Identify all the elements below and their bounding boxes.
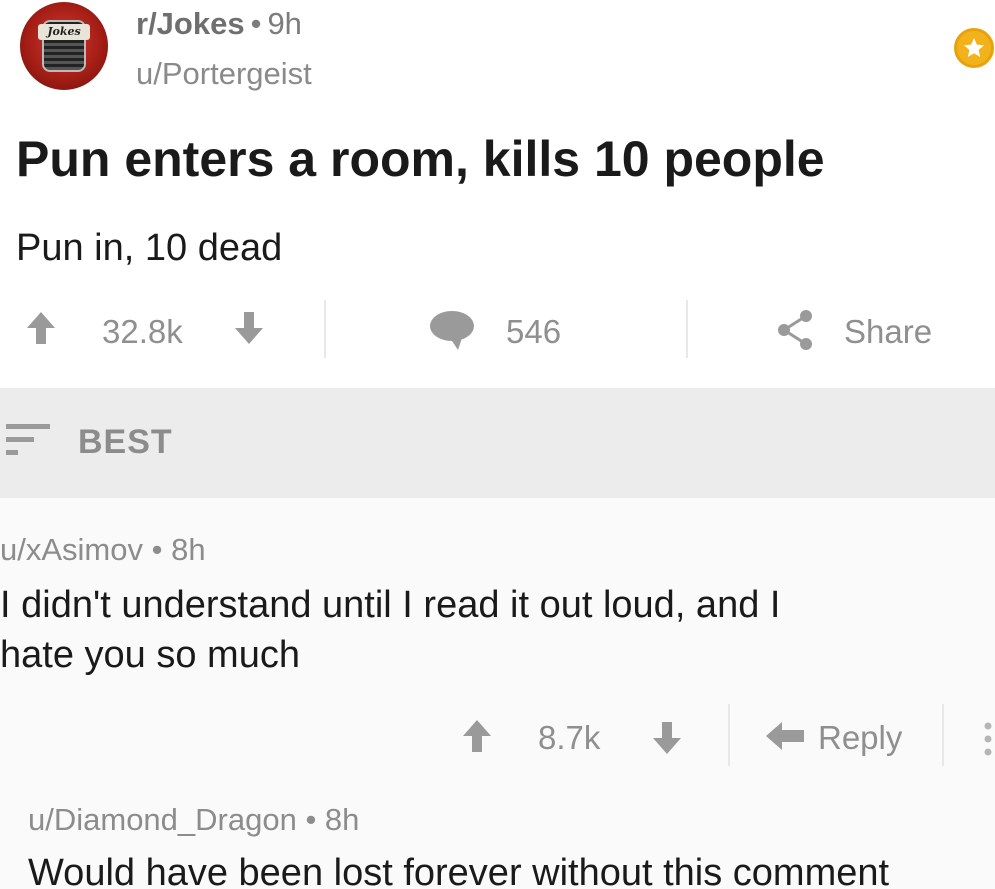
post-action-bar: 32.8k 546 Share [0,300,995,366]
subreddit-name[interactable]: r/Jokes [136,6,245,41]
more-icon[interactable] [984,722,992,761]
upvote-icon[interactable] [26,310,56,357]
comments-count[interactable]: 546 [506,310,561,354]
separator-dot: • [151,532,172,567]
reply-icon[interactable] [764,720,806,757]
sort-label[interactable]: BEST [78,420,173,464]
comment-age: 8h [171,532,206,567]
comment-text-line: I didn't understand until I read it out … [0,584,781,626]
comment-author[interactable]: u/xAsimov [0,532,143,567]
comment-icon[interactable] [428,308,476,363]
subreddit-icon[interactable]: Jokes [20,2,108,90]
downvote-icon[interactable] [652,720,682,761]
post-header: Jokes r/Jokes • 9h u/Portergeist [0,0,995,110]
post-age: 9h [267,6,302,41]
reddit-post-screen: Jokes r/Jokes • 9h u/Portergeist Pun enter… [0,0,995,889]
action-divider [686,300,688,358]
comment-vote-count: 8.7k [538,719,601,756]
award-icon[interactable] [954,28,994,68]
sort-bar[interactable]: BEST [0,388,995,498]
comment-age: 8h [324,802,360,837]
post-author[interactable]: u/Portergeist [136,54,312,94]
comment-meta: u/xAsimov • 8h [0,530,206,570]
upvote-icon[interactable] [462,718,492,759]
post-body: Pun in, 10 dead [16,227,283,269]
post-title[interactable]: Pun enters a room, kills 10 people [16,128,825,190]
share-button[interactable]: Share [844,310,932,354]
separator-dot: • [250,6,262,41]
post-vote-count: 32.8k [102,313,183,350]
comment-author[interactable]: u/Diamond_Dragon [28,802,297,837]
comments-section: u/xAsimov • 8h I didn't understand until… [0,498,995,889]
sort-icon[interactable] [6,422,52,463]
action-divider [324,300,326,358]
separator-dot: • [305,802,325,837]
share-icon[interactable] [776,308,816,363]
subreddit-line: r/Jokes • 9h [136,4,302,44]
downvote-icon[interactable] [234,310,264,357]
action-divider [728,704,730,766]
reply-button[interactable]: Reply [818,716,902,760]
comment-text-line: hate you so much [0,634,300,676]
comment-meta: u/Diamond_Dragon • 8h [28,800,359,840]
subreddit-icon-label: Jokes [38,24,90,40]
comment-text-line: Would have been lost forever without thi… [28,852,890,889]
action-divider [942,704,944,766]
